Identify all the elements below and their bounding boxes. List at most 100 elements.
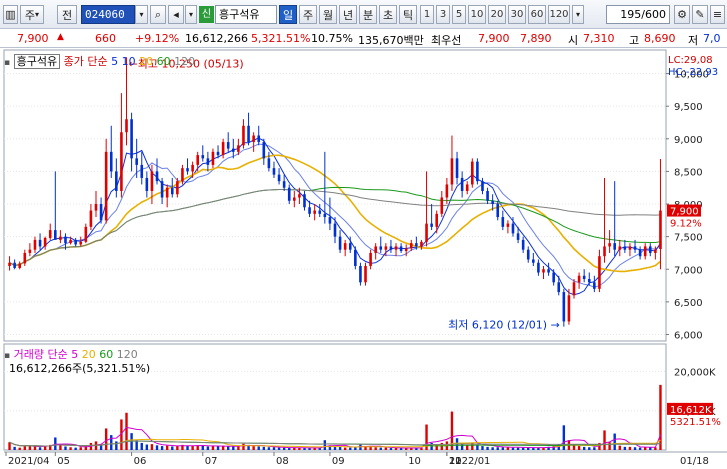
candle-body: [267, 158, 271, 169]
interval-30[interactable]: 30: [508, 5, 526, 24]
interval-1[interactable]: 1: [420, 5, 434, 24]
candle-body: [79, 241, 83, 245]
candle-body: [216, 151, 220, 156]
candle-body: [287, 187, 291, 201]
interval-3[interactable]: 3: [436, 5, 450, 24]
candle-body: [359, 265, 362, 283]
volume-bar: [338, 446, 342, 450]
candle-body: [343, 243, 347, 250]
period-minute[interactable]: 분: [359, 5, 377, 24]
volume-bar: [211, 446, 215, 450]
volume-bar: [521, 447, 525, 450]
candle-body: [409, 243, 413, 249]
price-tick-label: 7,500: [674, 233, 703, 244]
interval-dropdown-icon[interactable]: ▾: [572, 5, 584, 24]
candle-body: [587, 279, 591, 283]
stock-label: 흥구석유: [13, 54, 61, 69]
candle-body: [613, 243, 616, 250]
prev-button[interactable]: 전: [57, 5, 77, 24]
candle-body: [374, 246, 377, 253]
market-select-label: 주: [24, 8, 36, 22]
volume-bar: [577, 446, 581, 450]
x-right-label: 01/18: [680, 456, 709, 467]
layout-icon[interactable]: ▥: [3, 5, 18, 24]
interval-5-label: 5: [455, 9, 463, 20]
candle-body: [501, 217, 505, 227]
stock-code-input[interactable]: 024060: [81, 5, 135, 24]
interval-60[interactable]: 60: [528, 5, 546, 24]
price-volume-chart[interactable]: 10,0009,5009,0008,5008,0007,5007,0006,50…: [0, 48, 727, 469]
candle-body: [18, 263, 22, 268]
period-tick[interactable]: 틱: [399, 5, 417, 24]
candle-body: [89, 210, 93, 227]
tools-icon[interactable]: ✎: [692, 5, 708, 24]
menu-icon[interactable]: ≡: [710, 5, 725, 24]
candle-body: [659, 210, 662, 250]
price-tick-label: 6,000: [674, 330, 703, 341]
candle-body: [257, 135, 261, 143]
candle-body: [303, 194, 306, 208]
volume-bar: [150, 444, 154, 450]
volume-bar: [257, 446, 260, 450]
period-second[interactable]: 초: [379, 5, 397, 24]
market-select[interactable]: 주 ▾: [20, 5, 44, 24]
candle-body: [282, 181, 286, 188]
search-icon[interactable]: ⌕: [150, 5, 166, 24]
candle-body: [628, 246, 632, 250]
candle-body: [608, 243, 611, 247]
period-week[interactable]: 주: [299, 5, 317, 24]
candle-body: [74, 239, 77, 245]
volume-bar: [491, 447, 494, 450]
high-label: 고: [629, 34, 640, 47]
volume-bar: [608, 442, 611, 450]
new-listing-badge: 신: [199, 6, 214, 23]
candle-body: [242, 125, 245, 146]
period-day[interactable]: 일: [279, 5, 297, 24]
candle-body: [328, 217, 332, 224]
period-month-label: 월: [322, 8, 334, 22]
interval-120[interactable]: 120: [548, 5, 570, 24]
candle-body: [521, 239, 525, 250]
price-tick-label: 8,500: [674, 167, 703, 178]
volume-bar: [633, 447, 637, 450]
interval-120-label: 120: [549, 9, 569, 20]
candle-body: [506, 223, 510, 227]
data-count-field[interactable]: 195/600: [606, 5, 670, 24]
sound-dropdown-icon[interactable]: ▾: [185, 5, 197, 24]
volume-bar: [379, 447, 382, 450]
candle-body: [59, 236, 62, 240]
candle-body: [155, 171, 159, 182]
candle-body: [8, 262, 11, 266]
volume-bar: [277, 447, 281, 450]
candle-body: [537, 262, 540, 273]
volume-bar: [145, 444, 149, 450]
interval-20[interactable]: 20: [488, 5, 506, 24]
candle-body: [577, 275, 581, 283]
volume-bar: [186, 445, 189, 450]
candle-body: [399, 246, 403, 251]
period-month[interactable]: 월: [319, 5, 337, 24]
volume-bar: [135, 440, 138, 450]
volume-bar: [201, 445, 204, 450]
volume-bar: [171, 446, 174, 450]
code-dropdown-icon[interactable]: ▾: [135, 5, 148, 24]
speaker-icon[interactable]: ◂: [168, 5, 184, 24]
candle-body: [465, 184, 469, 191]
candle-body: [201, 155, 205, 159]
volume-bar: [486, 446, 489, 450]
candle-body: [191, 164, 194, 172]
period-year[interactable]: 년: [339, 5, 357, 24]
volume-bar: [242, 443, 245, 450]
volume-bar: [38, 447, 42, 450]
interval-1-label: 1: [423, 9, 431, 20]
toolbar: ▥ 주 ▾ 전 024060 ▾ ⌕ ◂ ▾ 신 흥구석유 일 주 월 년 분 초…: [0, 0, 727, 29]
volume-bar: [562, 425, 566, 450]
ma-120-label: 120: [174, 55, 196, 68]
chart-area[interactable]: 10,0009,5009,0008,5008,0007,5007,0006,50…: [0, 48, 727, 469]
interval-5[interactable]: 5: [452, 5, 466, 24]
volume-bar: [582, 446, 586, 450]
candle-body: [415, 243, 418, 247]
settings-icon[interactable]: ⚙: [674, 5, 690, 24]
candle-body: [313, 210, 316, 214]
interval-10[interactable]: 10: [468, 5, 486, 24]
